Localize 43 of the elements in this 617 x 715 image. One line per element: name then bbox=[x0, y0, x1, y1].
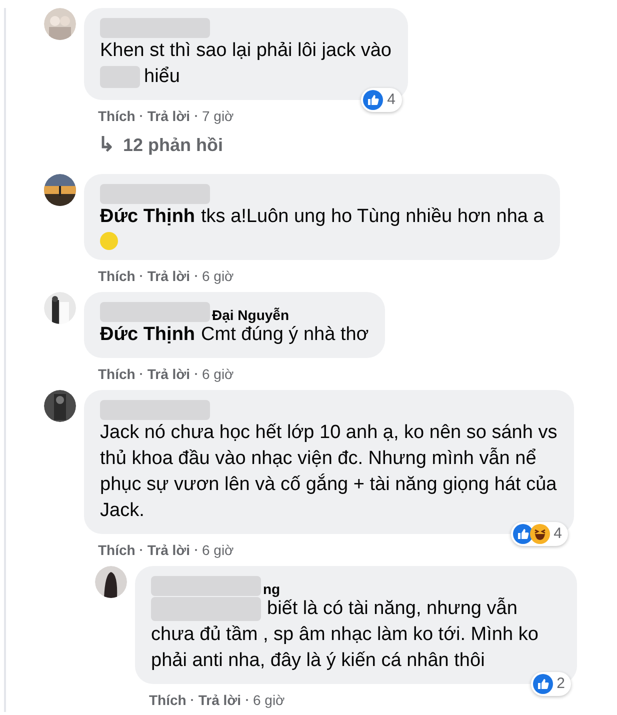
reply-arrow: ↳ bbox=[98, 133, 115, 158]
avatar[interactable] bbox=[44, 174, 76, 206]
like-icon bbox=[363, 90, 384, 110]
reply-link[interactable]: Trả lời bbox=[147, 266, 190, 286]
mention-link[interactable]: Đức Thịnh bbox=[100, 206, 196, 227]
reply-link[interactable]: Trả lời bbox=[147, 106, 190, 126]
comment-text: Khen st thì sao lại phải lôi jack vào bbox=[100, 40, 392, 61]
avatar[interactable] bbox=[44, 390, 76, 422]
author-name[interactable]: Đại Nguyễn bbox=[212, 308, 290, 322]
reply-link[interactable]: Trả lời bbox=[147, 364, 190, 384]
like-link[interactable]: Thích bbox=[98, 266, 136, 286]
reaction-badge[interactable]: 4 bbox=[361, 88, 402, 112]
like-icon bbox=[532, 674, 553, 694]
laughing-icon bbox=[530, 524, 550, 544]
like-link[interactable]: Thích bbox=[98, 364, 136, 384]
reaction-badge[interactable]: 2 bbox=[530, 672, 571, 696]
like-icon bbox=[512, 524, 533, 544]
reaction-count: 2 bbox=[556, 674, 565, 694]
comment-text: Cmt đúng ý nhà thơ bbox=[201, 324, 369, 345]
comment-text: biết là có tài năng, nhưng vẫn bbox=[267, 597, 518, 621]
timestamp[interactable]: 7 giờ bbox=[202, 106, 234, 126]
comment-text: tks a!Luôn ung ho Tùng nhiều hơn nha a bbox=[201, 206, 544, 227]
comment-text: Jack nó chưa học hết lớp 10 anh ạ, ko nên so sánh vs thủ khoa đầu vào nhạc viện đc. Nhưng mình vẫn nể phục sự vươn lên và cố gắng + tài năng giọng hát của Jack. bbox=[100, 422, 558, 521]
reaction-count: 4 bbox=[387, 90, 396, 110]
timestamp[interactable]: 6 giờ bbox=[202, 266, 234, 286]
reaction-count: 4 bbox=[554, 524, 562, 544]
comment-text: chưa đủ tầm , sp âm nhạc làm ko tới. Mình ko phải anti nha, đây là ý kiến cá nhân thôi bbox=[151, 624, 538, 671]
like-link[interactable]: Thích bbox=[149, 690, 186, 710]
author-name[interactable]: ng bbox=[263, 582, 280, 596]
timestamp[interactable]: 6 giờ bbox=[202, 540, 234, 560]
avatar[interactable] bbox=[95, 566, 127, 598]
like-link[interactable]: Thích bbox=[98, 540, 136, 560]
blurred-text bbox=[100, 66, 140, 88]
timestamp[interactable]: 6 giờ bbox=[252, 690, 285, 710]
reply-link[interactable]: Trả lời bbox=[198, 690, 241, 710]
avatar[interactable] bbox=[44, 292, 76, 324]
view-replies-link[interactable]: 12 phản hồi bbox=[123, 132, 224, 158]
reply-link[interactable]: Trả lời bbox=[147, 540, 190, 560]
mention-link[interactable]: Đức Thịnh bbox=[100, 324, 196, 345]
comment-text: hiểu bbox=[144, 65, 180, 89]
timestamp[interactable]: 6 giờ bbox=[202, 364, 234, 384]
reaction-badge[interactable]: 4 bbox=[510, 522, 568, 546]
like-link[interactable]: Thích bbox=[98, 106, 136, 126]
